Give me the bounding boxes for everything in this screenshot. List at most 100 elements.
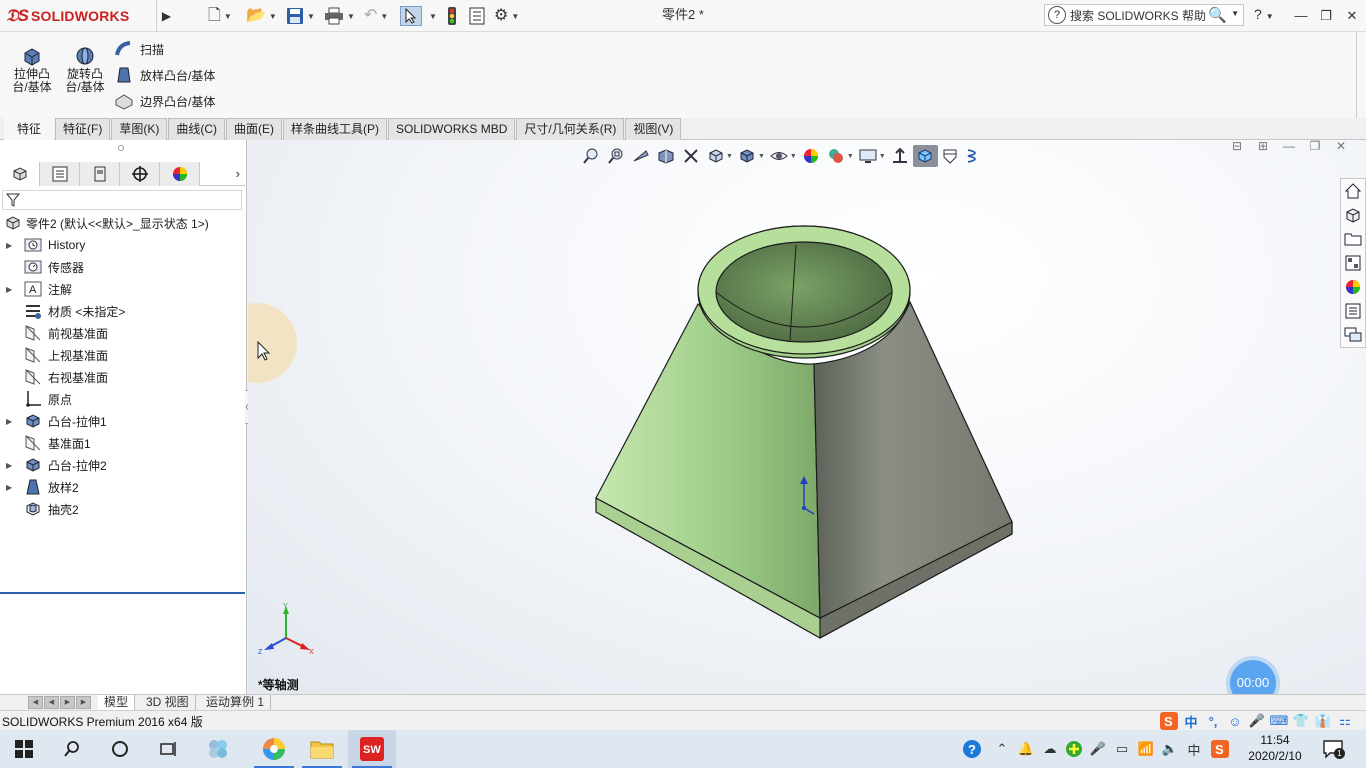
viewport-restore-button[interactable]: ❐ xyxy=(1302,140,1328,160)
configurationmanager-tab[interactable] xyxy=(80,162,120,186)
tree-item-history[interactable]: ▶ History xyxy=(0,234,245,256)
options-button[interactable]: ⚙ ▼ xyxy=(494,6,519,26)
tab-mbd[interactable]: SOLIDWORKS MBD xyxy=(388,118,516,140)
next-tab-arrow-icon[interactable]: ▶ xyxy=(60,696,75,709)
tree-item-origin[interactable]: 原点 xyxy=(0,388,245,410)
chevron-down-icon[interactable]: ▼ xyxy=(347,12,355,21)
show-hidden-icons-chevron-icon[interactable]: ⌃ xyxy=(992,739,1012,759)
propertymanager-tab[interactable] xyxy=(40,162,80,186)
last-tab-arrow-icon[interactable]: ▶ xyxy=(76,696,91,709)
feature-filter-input[interactable] xyxy=(2,190,242,210)
ime-toolbox-icon[interactable]: ⚏ xyxy=(1334,711,1356,731)
featuremanager-tab[interactable] xyxy=(0,162,40,186)
ime-punctuation-icon[interactable]: °, xyxy=(1202,711,1224,731)
shaded-edges-button[interactable] xyxy=(938,145,963,167)
tree-item-boss-extrude2[interactable]: ▶ 凸台-拉伸2 xyxy=(0,454,245,476)
help-search-input[interactable]: ? 搜索 SOLIDWORKS 帮助 🔍 ▼ xyxy=(1044,4,1244,26)
tab-dimensions-relations[interactable]: 尺寸/几何关系(R) xyxy=(516,118,625,140)
wifi-icon[interactable]: 📶 xyxy=(1136,739,1156,759)
boundary-boss-button[interactable]: 边界凸台/基体 xyxy=(114,91,215,111)
solidworks-resources-tab[interactable] xyxy=(1341,179,1365,203)
tree-item-shell2[interactable]: 抽壳2 xyxy=(0,498,245,520)
tree-item-top-plane[interactable]: 上视基准面 xyxy=(0,344,245,366)
rollback-bar[interactable] xyxy=(0,592,245,594)
restore-button[interactable]: ❐ xyxy=(1315,5,1337,27)
hide-show-items-button[interactable] xyxy=(767,145,792,167)
extrude-boss-button[interactable]: 拉伸凸 台/基体 xyxy=(8,46,56,94)
view-palette-tab[interactable] xyxy=(1341,251,1365,275)
sogou-tray-icon[interactable]: S xyxy=(1210,739,1230,759)
microphone-tray-icon[interactable]: 🎤 xyxy=(1088,739,1108,759)
apply-scene-button[interactable] xyxy=(824,145,849,167)
solidworks-logo[interactable]: 𝔇S SOLIDWORKS xyxy=(6,3,152,29)
close-button[interactable]: ✕ xyxy=(1341,5,1363,27)
first-tab-arrow-icon[interactable]: ◀ xyxy=(28,696,43,709)
chevron-down-icon[interactable]: ▼ xyxy=(307,12,315,21)
file-explorer-tab[interactable] xyxy=(1341,227,1365,251)
expand-arrow-icon[interactable]: ▶ xyxy=(6,461,14,470)
volume-icon[interactable]: 🔈 xyxy=(1160,739,1180,759)
tab-model[interactable]: 模型 xyxy=(98,695,136,710)
tree-item-material[interactable]: 材质 <未指定> xyxy=(0,300,245,322)
tab-surfaces[interactable]: 曲面(E) xyxy=(226,118,283,140)
open-button[interactable]: 📂 ▼ xyxy=(246,6,277,26)
viewport-minimize-button[interactable]: — xyxy=(1276,140,1302,160)
dimxpertmanager-tab[interactable] xyxy=(120,162,160,186)
input-language-indicator[interactable]: 中 xyxy=(1184,739,1204,759)
tree-item-plane1[interactable]: 基准面1 xyxy=(0,432,245,454)
ribbon-scrollbar[interactable] xyxy=(1356,32,1366,118)
custom-properties-tab[interactable] xyxy=(1341,299,1365,323)
ime-lang-toggle[interactable]: 中 xyxy=(1180,711,1202,731)
select-dropdown[interactable]: ▼ xyxy=(426,6,437,26)
dynamic-annotation-button[interactable] xyxy=(678,145,703,167)
taskbar-app-file-explorer[interactable] xyxy=(298,730,346,768)
chevron-down-icon[interactable]: ▼ xyxy=(429,12,437,21)
zoom-to-area-button[interactable] xyxy=(603,145,628,167)
tab-3d-views[interactable]: 3D 视图 xyxy=(140,695,196,710)
previous-view-button[interactable] xyxy=(628,145,653,167)
view-settings-button[interactable] xyxy=(856,145,881,167)
task-view-button[interactable] xyxy=(144,730,192,768)
battery-icon[interactable]: ▭ xyxy=(1112,739,1132,759)
undo-button[interactable]: ↶ ▼ xyxy=(364,6,388,26)
tab-curves[interactable]: 曲线(C) xyxy=(168,118,226,140)
sweep-button[interactable]: 扫描 xyxy=(114,39,164,59)
save-button[interactable]: ▼ xyxy=(286,6,315,26)
system-clock[interactable]: 11:54 2020/2/10 xyxy=(1240,732,1310,764)
panel-grip-handle[interactable] xyxy=(118,145,124,151)
ime-shirt-icon[interactable]: 👔 xyxy=(1312,711,1334,731)
ime-voice-icon[interactable]: 🎤 xyxy=(1246,711,1268,731)
recording-timer-button[interactable]: 00:00 xyxy=(1230,660,1276,694)
search-icon[interactable]: 🔍 xyxy=(1208,6,1227,24)
tree-item-annotations[interactable]: ▶ A 注解 xyxy=(0,278,245,300)
tab-features[interactable]: 特征 xyxy=(4,118,55,140)
tree-item-loft2[interactable]: ▶ 放样2 xyxy=(0,476,245,498)
new-document-button[interactable]: 🗋 ▼ xyxy=(208,6,232,26)
normal-to-button[interactable] xyxy=(888,145,913,167)
revolve-boss-button[interactable]: 旋转凸 台/基体 xyxy=(61,46,109,94)
isometric-view-button[interactable] xyxy=(912,145,938,167)
taskbar-app-solidworks[interactable]: SW xyxy=(348,730,396,768)
edit-appearance-button[interactable] xyxy=(799,145,824,167)
green-plus-tray-icon[interactable] xyxy=(1064,739,1084,759)
viewport-next-icon[interactable]: ⊞ xyxy=(1250,140,1276,160)
design-library-tab[interactable] xyxy=(1341,203,1365,227)
help-button[interactable]: ? ▼ xyxy=(1254,6,1274,22)
zoom-to-fit-button[interactable] xyxy=(578,145,603,167)
minimize-button[interactable]: — xyxy=(1290,5,1312,27)
expand-arrow-icon[interactable]: ▶ xyxy=(6,483,14,492)
tab-sketch[interactable]: 草图(K) xyxy=(111,118,168,140)
prev-tab-arrow-icon[interactable]: ◀ xyxy=(44,696,59,709)
tree-item-boss-extrude1[interactable]: ▶ 凸台-拉伸1 xyxy=(0,410,245,432)
ime-keyboard-icon[interactable]: ⌨ xyxy=(1268,711,1290,731)
part-root-node[interactable]: 零件2 (默认<<默认>_显示状态 1>) xyxy=(0,212,245,234)
start-button[interactable] xyxy=(0,730,48,768)
ime-emoji-icon[interactable]: ☺ xyxy=(1224,711,1246,731)
tree-item-front-plane[interactable]: 前视基准面 xyxy=(0,322,245,344)
expand-arrow-icon[interactable]: ▶ xyxy=(6,417,14,426)
notification-bell-icon[interactable]: 🔔 xyxy=(1016,739,1036,759)
section-view-button[interactable] xyxy=(653,145,678,167)
curvature-button[interactable] xyxy=(963,145,988,167)
print-button[interactable]: ▼ xyxy=(324,6,355,26)
expand-arrow-icon[interactable]: ▶ xyxy=(6,241,14,250)
